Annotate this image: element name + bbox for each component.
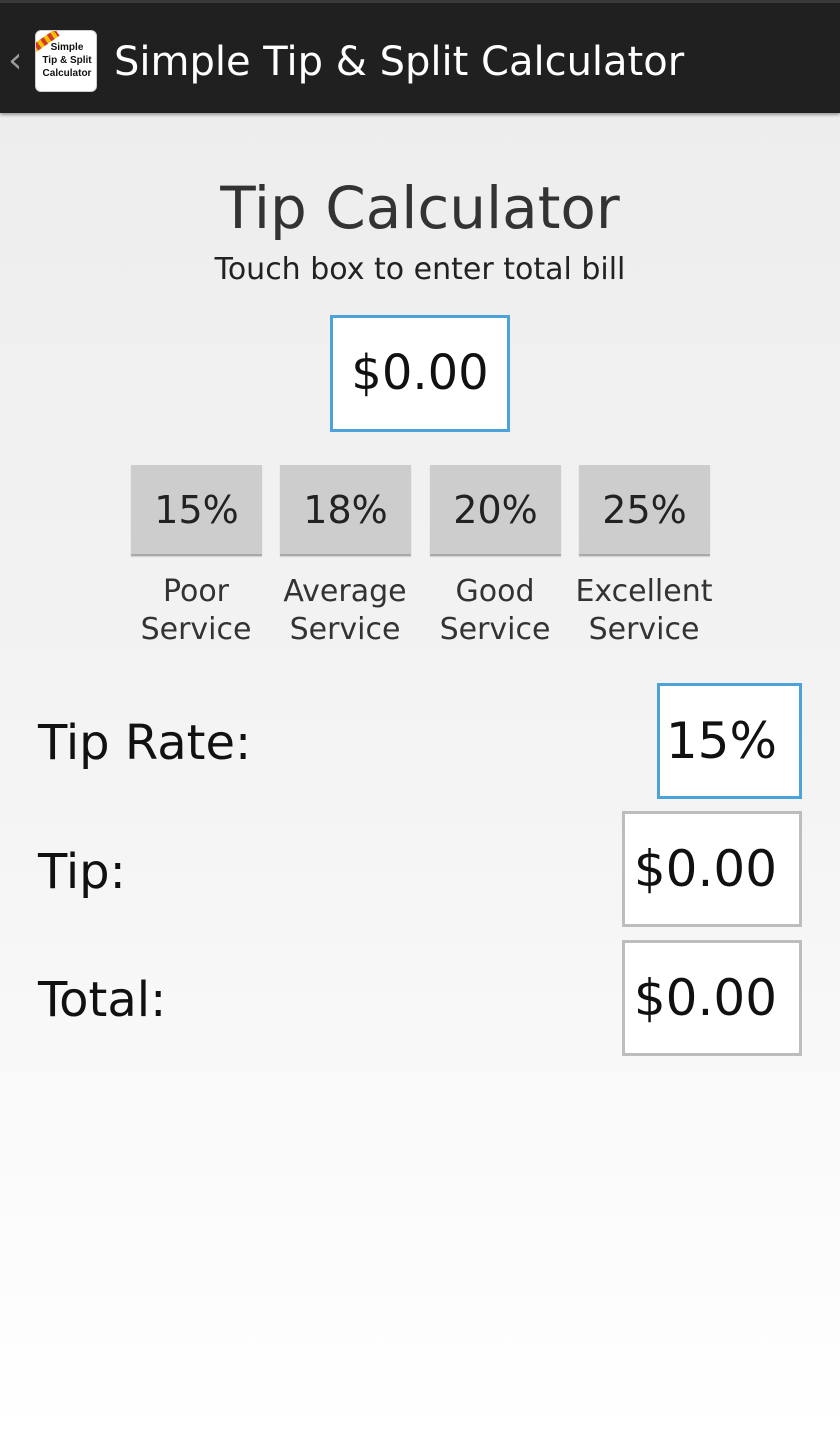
tip-18-label: Average Service xyxy=(270,573,420,649)
app-title: Simple Tip & Split Calculator xyxy=(114,39,685,85)
tip-label-line: Good xyxy=(455,574,535,609)
tip-label-line: Poor xyxy=(162,574,230,609)
tip-calculator-screen: ‹ Simple Tip & Split Calculator Simple T… xyxy=(0,0,840,1437)
total-amount-value: $0.00 xyxy=(622,940,802,1056)
tip-18-button[interactable]: 18% xyxy=(280,465,411,556)
tip-label-line: Service xyxy=(588,612,700,647)
bill-amount-input[interactable]: $0.00 xyxy=(330,315,510,432)
tip-20-button[interactable]: 20% xyxy=(430,465,561,556)
logo-text: Simple Tip & Split Calculator xyxy=(38,41,96,80)
tip-label-line: Service xyxy=(140,612,252,647)
tip-15-button[interactable]: 15% xyxy=(131,465,262,556)
tip-rate-label: Tip Rate: xyxy=(38,715,252,771)
tip-label-line: Service xyxy=(289,612,401,647)
app-logo-icon[interactable]: Simple Tip & Split Calculator xyxy=(35,30,97,92)
chevron-left-icon[interactable]: ‹ xyxy=(8,41,28,81)
tip-rate-input[interactable]: 15% xyxy=(657,683,802,799)
logo-text-line: Tip & Split xyxy=(42,55,92,66)
tip-label-line: Excellent xyxy=(575,574,713,609)
page-subtitle: Touch box to enter total bill xyxy=(214,252,626,287)
logo-text-line: Calculator xyxy=(42,68,92,79)
action-bar: ‹ Simple Tip & Split Calculator Simple T… xyxy=(0,0,840,113)
tip-25-label: Excellent Service xyxy=(569,573,719,649)
logo-text-line: Simple xyxy=(50,42,84,53)
page-title: Tip Calculator xyxy=(220,174,620,242)
tip-15-label: Poor Service xyxy=(121,573,271,649)
tip-amount-value: $0.00 xyxy=(622,811,802,927)
tip-25-button[interactable]: 25% xyxy=(579,465,710,556)
tip-amount-label: Tip: xyxy=(38,844,126,900)
tip-label-line: Average xyxy=(283,574,407,609)
tip-label-line: Service xyxy=(439,612,551,647)
total-label: Total: xyxy=(38,972,167,1028)
tip-20-label: Good Service xyxy=(420,573,570,649)
